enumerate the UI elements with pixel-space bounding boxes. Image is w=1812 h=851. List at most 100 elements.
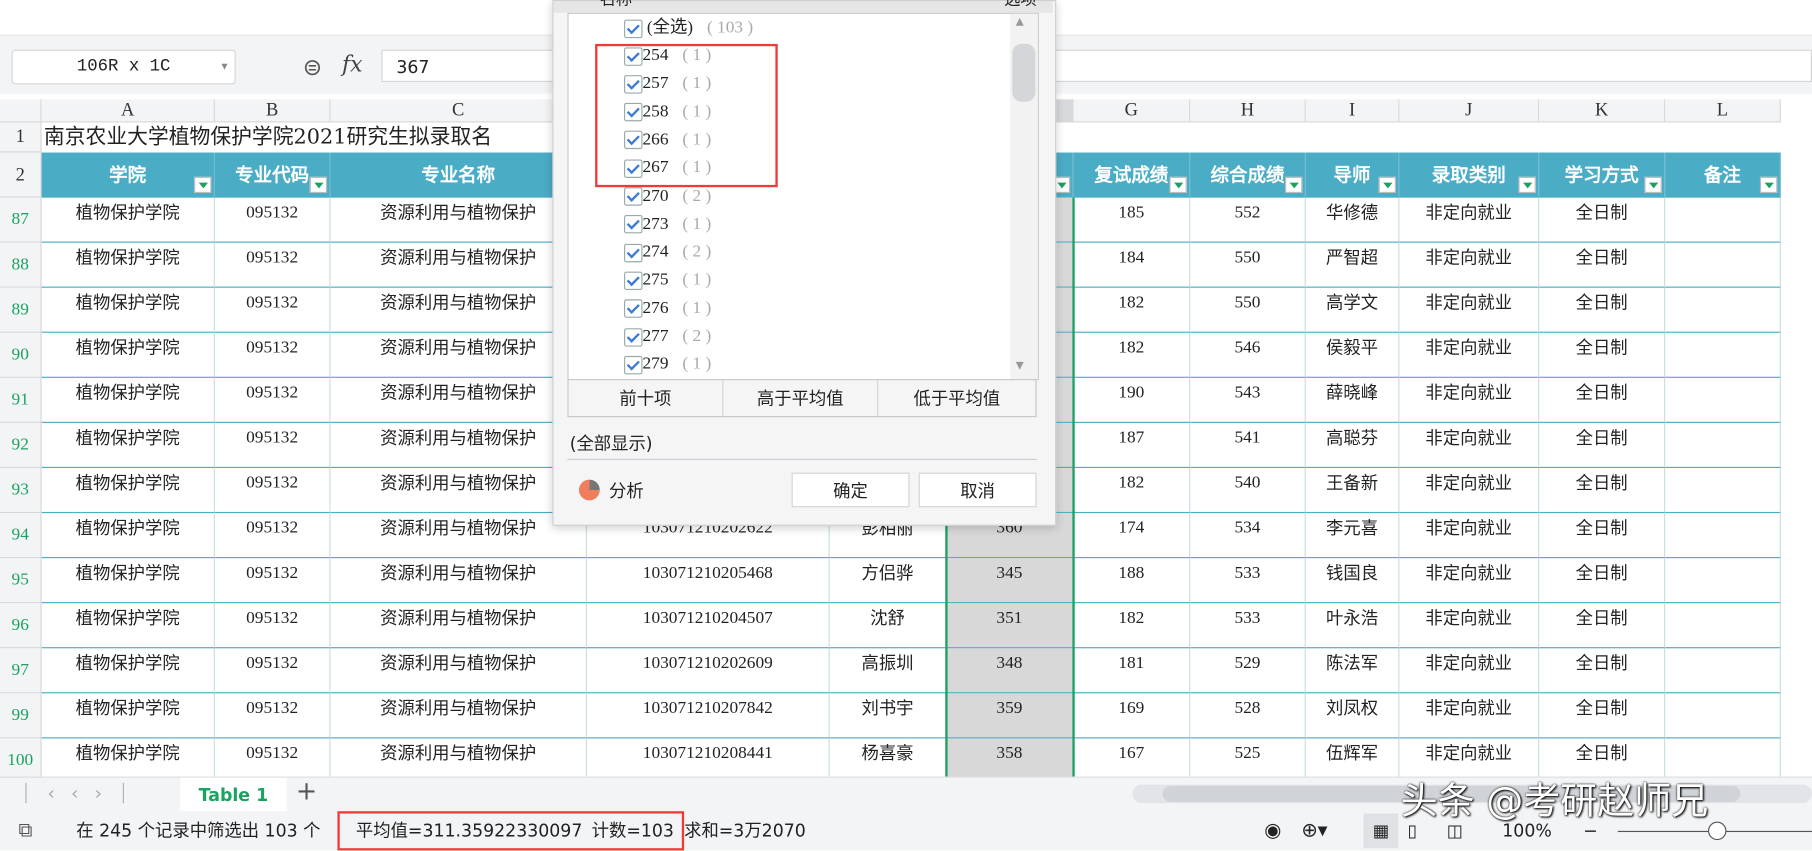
table-cell[interactable]: 351 xyxy=(946,603,1074,649)
checkbox-icon[interactable] xyxy=(624,243,643,262)
row-header[interactable]: 92 xyxy=(0,422,42,469)
header-cell[interactable]: 综合成绩 xyxy=(1190,152,1306,198)
filter-dropdown-icon[interactable] xyxy=(1518,176,1536,193)
table-cell[interactable]: 资源利用与植物保护 xyxy=(330,558,588,604)
filter-value-item[interactable]: 279 ( 1 ) xyxy=(624,350,711,378)
table-cell[interactable]: 095132 xyxy=(214,242,331,288)
display-icon[interactable]: ⧉ xyxy=(18,811,32,850)
table-cell[interactable] xyxy=(1665,648,1781,694)
filter-value-item[interactable]: 274 ( 2 ) xyxy=(624,238,711,266)
checkbox-icon[interactable] xyxy=(624,355,643,375)
filter-dropdown-icon[interactable] xyxy=(1378,176,1396,193)
table-cell[interactable]: 植物保护学院 xyxy=(41,422,215,469)
table-cell[interactable]: 资源利用与植物保护 xyxy=(330,242,588,288)
table-cell[interactable]: 资源利用与植物保护 xyxy=(330,377,588,423)
show-all-link[interactable]: (全部显示) xyxy=(570,431,653,455)
below-average-button[interactable]: 低于平均值 xyxy=(878,380,1035,416)
table-cell[interactable]: 侯毅平 xyxy=(1305,332,1400,378)
table-cell[interactable]: 叶永浩 xyxy=(1305,603,1400,649)
column-header-L[interactable]: L xyxy=(1665,99,1781,123)
table-cell[interactable]: 533 xyxy=(1190,603,1306,649)
table-cell[interactable]: 095132 xyxy=(214,287,331,333)
table-cell[interactable] xyxy=(1665,287,1781,333)
zoom-search-icon[interactable]: ⊜ xyxy=(303,53,322,81)
checkbox-icon[interactable] xyxy=(624,327,643,347)
table-cell[interactable]: 103071210207842 xyxy=(587,693,830,739)
table-cell[interactable]: 188 xyxy=(1073,558,1191,604)
table-cell[interactable]: 资源利用与植物保护 xyxy=(330,287,588,333)
table-cell[interactable] xyxy=(1665,693,1781,739)
table-cell[interactable]: 植物保护学院 xyxy=(41,287,215,333)
checkbox-icon[interactable] xyxy=(624,271,643,291)
table-cell[interactable] xyxy=(1665,377,1781,423)
table-cell[interactable]: 185 xyxy=(1073,197,1191,243)
column-header-A[interactable]: A xyxy=(41,99,215,123)
filter-dropdown-icon[interactable] xyxy=(309,176,328,193)
table-cell[interactable]: 李元喜 xyxy=(1305,513,1400,559)
table-cell[interactable]: 095132 xyxy=(214,603,331,649)
table-cell[interactable]: 植物保护学院 xyxy=(41,197,215,243)
table-cell[interactable]: 546 xyxy=(1190,332,1306,378)
row-header[interactable]: 96 xyxy=(0,603,42,649)
table-cell[interactable]: 540 xyxy=(1190,468,1306,514)
table-cell[interactable]: 全日制 xyxy=(1539,558,1666,604)
zoom-slider-handle[interactable] xyxy=(1707,821,1727,841)
table-cell[interactable]: 190 xyxy=(1073,377,1191,423)
column-header-B[interactable]: B xyxy=(214,99,331,123)
table-cell[interactable]: 资源利用与植物保护 xyxy=(330,693,588,739)
table-cell[interactable]: 植物保护学院 xyxy=(41,693,215,739)
table-cell[interactable]: 高聪芬 xyxy=(1305,422,1400,469)
row-header[interactable]: 89 xyxy=(0,287,42,333)
scrollbar[interactable]: ▲ ▼ xyxy=(1009,13,1038,380)
table-cell[interactable]: 非定向就业 xyxy=(1399,197,1540,243)
table-cell[interactable]: 全日制 xyxy=(1539,332,1666,378)
checkbox-icon[interactable] xyxy=(624,299,643,319)
table-cell[interactable]: 植物保护学院 xyxy=(41,468,215,514)
sum-value[interactable]: 求和=3万2070 xyxy=(684,811,806,850)
table-cell[interactable]: 534 xyxy=(1190,513,1306,559)
table-cell[interactable]: 095132 xyxy=(214,513,331,559)
table-cell[interactable]: 全日制 xyxy=(1539,468,1666,514)
normal-view-icon[interactable]: ▦ xyxy=(1363,813,1399,849)
add-sheet-icon[interactable]: + xyxy=(296,778,317,807)
table-cell[interactable]: 528 xyxy=(1190,693,1306,739)
analysis-button[interactable]: 分析 xyxy=(609,478,644,502)
table-cell[interactable]: 刘凤权 xyxy=(1305,693,1400,739)
table-cell[interactable]: 资源利用与植物保护 xyxy=(330,468,588,514)
table-cell[interactable]: 全日制 xyxy=(1539,377,1666,423)
table-cell[interactable]: 348 xyxy=(946,648,1074,694)
row-header[interactable]: 87 xyxy=(0,197,42,243)
table-cell[interactable]: 非定向就业 xyxy=(1399,513,1540,559)
table-cell[interactable]: 刘书宇 xyxy=(829,693,947,739)
table-cell[interactable] xyxy=(1665,558,1781,604)
name-box[interactable]: 106R x 1C ▼ xyxy=(11,49,236,85)
header-cell[interactable]: 学习方式 xyxy=(1539,152,1666,198)
table-cell[interactable]: 植物保护学院 xyxy=(41,558,215,604)
table-cell[interactable]: 资源利用与植物保护 xyxy=(330,332,588,378)
checkbox-icon[interactable] xyxy=(624,19,643,38)
table-cell[interactable]: 沈舒 xyxy=(829,603,947,649)
scroll-up-icon[interactable]: ▲ xyxy=(1016,16,1024,28)
column-header-K[interactable]: K xyxy=(1539,99,1666,123)
table-cell[interactable]: 非定向就业 xyxy=(1399,648,1540,694)
above-average-button[interactable]: 高于平均值 xyxy=(723,380,879,417)
table-cell[interactable] xyxy=(1665,242,1781,288)
table-cell[interactable]: 薛晓峰 xyxy=(1305,377,1400,423)
table-cell[interactable]: 非定向就业 xyxy=(1399,558,1540,604)
header-cell[interactable]: 专业名称 xyxy=(330,152,588,198)
table-cell[interactable]: 533 xyxy=(1190,558,1306,604)
row-header[interactable]: 95 xyxy=(0,558,42,604)
header-cell[interactable]: 备注 xyxy=(1665,152,1781,198)
checkbox-icon[interactable] xyxy=(624,187,643,206)
table-cell[interactable]: 187 xyxy=(1073,422,1191,469)
table-cell[interactable] xyxy=(1665,468,1781,514)
options-button[interactable]: 选项 xyxy=(1004,0,1036,10)
table-cell[interactable]: 184 xyxy=(1073,242,1191,288)
filter-dropdown-icon[interactable] xyxy=(1644,176,1662,193)
filter-dropdown-icon[interactable] xyxy=(194,176,212,193)
table-cell[interactable]: 王备新 xyxy=(1305,468,1400,514)
table-cell[interactable]: 非定向就业 xyxy=(1399,603,1540,649)
table-cell[interactable]: 植物保护学院 xyxy=(41,332,215,378)
row-header[interactable]: 91 xyxy=(0,377,42,423)
table-cell[interactable]: 182 xyxy=(1073,468,1191,514)
